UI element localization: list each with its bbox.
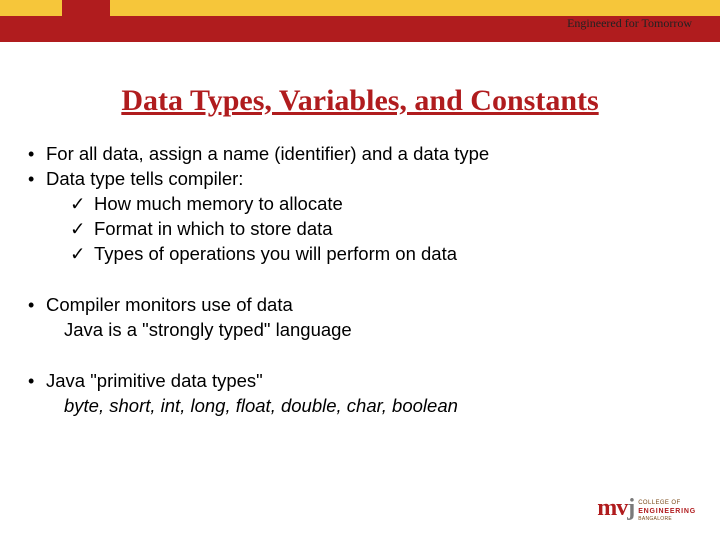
tagline-text: Engineered for Tomorrow — [567, 16, 692, 31]
logo-line2: ENGINEERING — [638, 508, 696, 516]
sub-bullet-item: ✓ How much memory to allocate — [70, 192, 696, 217]
sub-bullet-item: ✓ Format in which to store data — [70, 217, 696, 242]
bullet-item: • For all data, assign a name (identifie… — [28, 142, 696, 167]
header-red-notch — [62, 0, 110, 38]
sub-bullet-text: Format in which to store data — [94, 217, 333, 242]
bullet-text: Compiler monitors use of data — [46, 293, 293, 318]
logo-line3: BANGALORE — [638, 516, 696, 522]
check-icon: ✓ — [70, 192, 94, 217]
check-icon: ✓ — [70, 217, 94, 242]
logo-text: COLLEGE OF ENGINEERING BANGALORE — [638, 500, 696, 522]
bullet-continuation: Java is a "strongly typed" language — [64, 318, 696, 343]
logo-mark-icon: mvj — [597, 498, 634, 518]
check-icon: ✓ — [70, 242, 94, 267]
bullet-item: • Java "primitive data types" — [28, 369, 696, 394]
college-logo: mvj COLLEGE OF ENGINEERING BANGALORE — [597, 498, 696, 522]
bullet-dot-icon: • — [28, 142, 46, 166]
bullet-dot-icon: • — [28, 293, 46, 317]
bullet-text: Java "primitive data types" — [46, 369, 263, 394]
bullet-text: For all data, assign a name (identifier)… — [46, 142, 489, 167]
bullet-dot-icon: • — [28, 167, 46, 191]
sub-bullet-text: How much memory to allocate — [94, 192, 343, 217]
slide-title: Data Types, Variables, and Constants — [0, 84, 720, 118]
slide-body: • For all data, assign a name (identifie… — [0, 142, 720, 419]
logo-line1: COLLEGE OF — [638, 500, 696, 507]
bullet-text: Data type tells compiler: — [46, 167, 243, 192]
bullet-dot-icon: • — [28, 369, 46, 393]
sub-bullet-text: Types of operations you will perform on … — [94, 242, 457, 267]
sub-bullet-item: ✓ Types of operations you will perform o… — [70, 242, 696, 267]
bullet-item: • Compiler monitors use of data — [28, 293, 696, 318]
bullet-continuation-italic: byte, short, int, long, float, double, c… — [64, 394, 696, 419]
bullet-item: • Data type tells compiler: — [28, 167, 696, 192]
